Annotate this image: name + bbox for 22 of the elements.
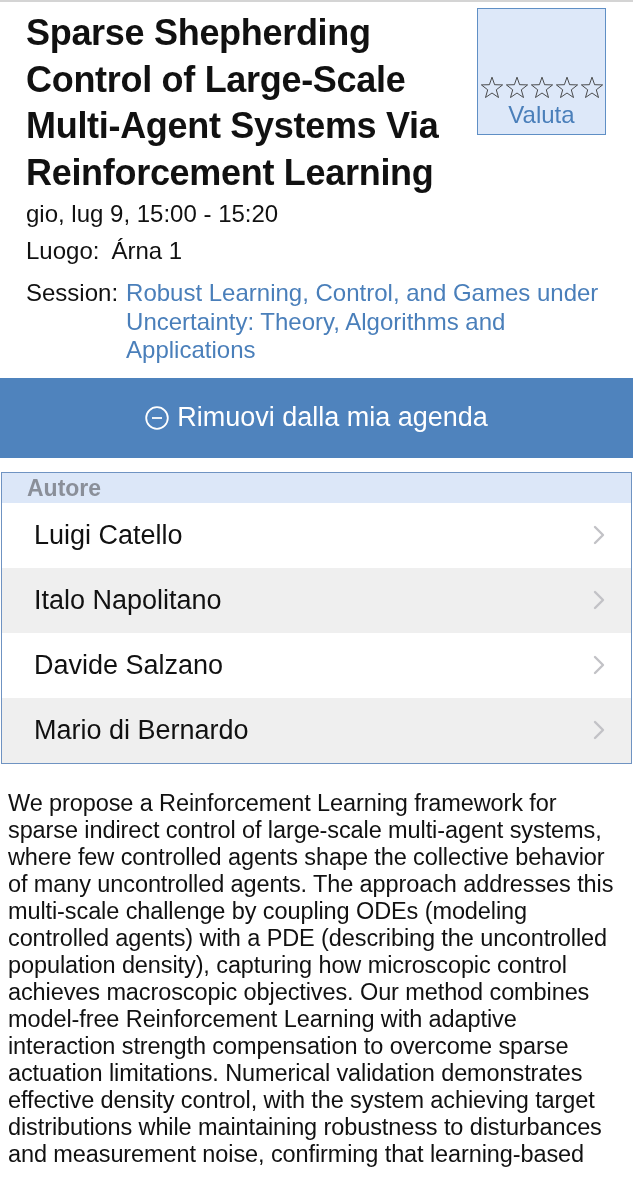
session-label: Session: [26,279,119,308]
star-icon [479,76,504,99]
star-icon [579,76,604,99]
session-link[interactable]: Robust Learning, Control, and Games under Uncertainty: Theory, Algorithms and Applications [126,279,613,365]
location-value: Árna 1 [111,237,183,265]
author-row[interactable]: Italo Napolitano [2,567,631,633]
event-title: Sparse Shepherding Control of Large-Scale Multi-Agent Systems Via Reinforcement Learning [26,11,440,195]
event-datetime: gio, lug 9, 15:00 - 15:20 [26,200,280,228]
star-rating[interactable] [479,76,604,99]
minus-circle-icon [145,405,170,430]
star-icon [529,76,554,99]
chevron-right-icon [593,720,605,740]
location-label: Luogo: [26,237,100,265]
chevron-right-icon [593,655,605,675]
author-row[interactable]: Mario di Bernardo [2,697,631,763]
chevron-right-icon [593,525,605,545]
star-icon [554,76,579,99]
remove-from-agenda-button[interactable]: Rimuovi dalla mia agenda [0,377,633,458]
star-icon [504,76,529,99]
chevron-right-icon [593,590,605,610]
section-header: Autore [2,472,631,503]
abstract-text: We propose a Reinforcement Learning framework for sparse indirect control of large-scale multi-agent systems, where few controlled agents shape the collective behavior of many uncontrolled agents. The approach addresses this multi-scale challenge by coupling ODEs (modeling controlled agents) with a PDE (describing the uncontrolled population density), capturing how microscopic control achieves macroscopic objectives. Our method combines model-free Reinforcement Learning with adaptive interaction strength compensation to overcome sparse actuation limitations. Numerical validation demonstrates effective density control, with the system achieving target distributions while maintaining robustness to disturbances and measurement noise, confirming that learning-based [7,789,615,1168]
